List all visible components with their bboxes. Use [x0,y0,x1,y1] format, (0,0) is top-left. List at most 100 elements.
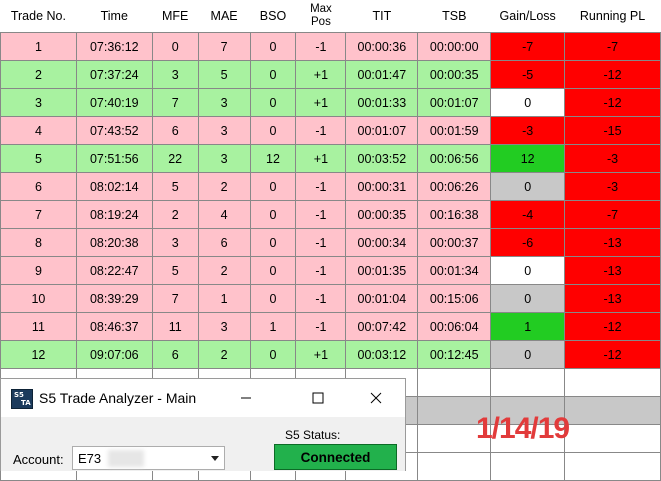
mfe-cell[interactable]: 7 [151,284,199,313]
col-header-running-pl[interactable]: Running PL [564,0,661,33]
running-pl-cell[interactable]: -12 [564,312,661,341]
max-pos-cell[interactable]: +1 [295,144,347,173]
col-header-gain-loss[interactable]: Gain/Loss [490,0,565,33]
tit-cell[interactable]: 00:01:07 [345,116,419,145]
bso-cell[interactable]: 0 [249,284,297,313]
table-row[interactable]: 6 08:02:14 5 2 0 -1 00:00:31 00:06:26 0 -3 [0,172,661,201]
max-pos-cell[interactable]: +1 [295,88,347,117]
running-pl-cell[interactable]: -13 [564,284,661,313]
mfe-cell[interactable]: 3 [151,60,199,89]
mfe-cell[interactable]: 7 [151,88,199,117]
max-pos-cell[interactable]: -1 [295,228,347,257]
gain-loss-cell[interactable]: -5 [490,60,566,89]
running-pl-cell[interactable]: -3 [564,144,661,173]
time-cell[interactable]: 08:02:14 [75,172,153,201]
max-pos-cell[interactable]: -1 [295,32,347,61]
running-pl-cell[interactable]: -12 [564,340,661,369]
mfe-cell[interactable]: 5 [151,256,199,285]
trade-no-cell[interactable]: 10 [0,284,77,313]
col-header-trade-no[interactable]: Trade No. [0,0,77,33]
tsb-cell[interactable]: 00:00:37 [417,228,492,257]
running-pl-cell[interactable]: -3 [564,172,661,201]
mfe-cell[interactable]: 6 [151,116,199,145]
bso-cell[interactable]: 0 [249,32,297,61]
tit-cell[interactable]: 00:07:42 [345,312,419,341]
mae-cell[interactable]: 2 [197,256,251,285]
col-header-tit[interactable]: TIT [345,0,418,33]
tit-cell[interactable]: 00:01:47 [345,60,419,89]
mae-cell[interactable]: 6 [197,228,251,257]
col-header-time[interactable]: Time [76,0,153,33]
col-header-mae[interactable]: MAE [198,0,251,33]
tit-cell[interactable]: 00:01:04 [345,284,419,313]
time-cell[interactable]: 07:51:56 [75,144,153,173]
mfe-cell[interactable]: 3 [151,228,199,257]
table-row[interactable]: 12 09:07:06 6 2 0 +1 00:03:12 00:12:45 0 -12 [0,340,661,369]
mae-cell[interactable]: 1 [197,284,251,313]
trade-no-cell[interactable]: 2 [0,60,77,89]
trade-no-cell[interactable]: 6 [0,172,77,201]
trade-no-cell[interactable]: 12 [0,340,77,369]
mfe-cell[interactable]: 0 [151,32,199,61]
max-pos-cell[interactable]: -1 [295,284,347,313]
minimize-button[interactable] [223,379,269,417]
tit-cell[interactable]: 00:00:34 [345,228,419,257]
mae-cell[interactable]: 5 [197,60,251,89]
mae-cell[interactable]: 2 [197,340,251,369]
max-pos-cell[interactable]: -1 [295,172,347,201]
mfe-cell[interactable]: 22 [151,144,199,173]
time-cell[interactable]: 07:36:12 [75,32,153,61]
table-row[interactable]: 1 07:36:12 0 7 0 -1 00:00:36 00:00:00 -7 -7 [0,32,661,61]
mfe-cell[interactable]: 6 [151,340,199,369]
col-header-max-pos[interactable]: Max Pos [295,0,346,33]
col-header-mfe[interactable]: MFE [152,0,199,33]
running-pl-cell[interactable]: -12 [564,88,661,117]
time-cell[interactable]: 08:46:37 [75,312,153,341]
tsb-cell[interactable]: 00:12:45 [417,340,492,369]
gain-loss-cell[interactable]: 0 [490,172,566,201]
trade-no-cell[interactable]: 9 [0,256,77,285]
mfe-cell[interactable]: 11 [151,312,199,341]
bso-cell[interactable]: 1 [249,312,297,341]
table-row[interactable]: 4 07:43:52 6 3 0 -1 00:01:07 00:01:59 -3 -15 [0,116,661,145]
mfe-cell[interactable]: 5 [151,172,199,201]
max-pos-cell[interactable]: -1 [295,116,347,145]
bso-cell[interactable]: 0 [249,172,297,201]
max-pos-cell[interactable]: -1 [295,312,347,341]
tsb-cell[interactable]: 00:01:34 [417,256,492,285]
tsb-cell[interactable]: 00:06:26 [417,172,492,201]
tit-cell[interactable]: 00:03:12 [345,340,419,369]
gain-loss-cell[interactable]: 1 [490,312,566,341]
bso-cell[interactable]: 0 [249,116,297,145]
table-row[interactable]: 2 07:37:24 3 5 0 +1 00:01:47 00:00:35 -5 -12 [0,60,661,89]
tsb-cell[interactable]: 00:15:06 [417,284,492,313]
bso-cell[interactable]: 0 [249,88,297,117]
tsb-cell[interactable]: 00:01:59 [417,116,492,145]
tit-cell[interactable]: 00:00:35 [345,200,419,229]
gain-loss-cell[interactable]: 0 [490,88,566,117]
tit-cell[interactable]: 00:00:36 [345,32,419,61]
gain-loss-cell[interactable]: 0 [490,340,566,369]
mae-cell[interactable]: 4 [197,200,251,229]
mae-cell[interactable]: 7 [197,32,251,61]
gain-loss-cell[interactable]: 0 [490,284,566,313]
trade-no-cell[interactable]: 1 [0,32,77,61]
mae-cell[interactable]: 3 [197,144,251,173]
gain-loss-cell[interactable]: -4 [490,200,566,229]
tsb-cell[interactable]: 00:06:04 [417,312,492,341]
time-cell[interactable]: 08:20:38 [75,228,153,257]
table-row[interactable]: 10 08:39:29 7 1 0 -1 00:01:04 00:15:06 0 -13 [0,284,661,313]
gain-loss-cell[interactable]: 12 [490,144,566,173]
bso-cell[interactable]: 0 [249,228,297,257]
mfe-cell[interactable]: 2 [151,200,199,229]
gain-loss-cell[interactable]: -6 [490,228,566,257]
trade-no-cell[interactable]: 4 [0,116,77,145]
running-pl-cell[interactable]: -13 [564,228,661,257]
trade-no-cell[interactable]: 7 [0,200,77,229]
account-dropdown[interactable]: E73 [72,446,225,470]
running-pl-cell[interactable]: -7 [564,200,661,229]
table-row[interactable]: 11 08:46:37 11 3 1 -1 00:07:42 00:06:04 1 -12 [0,312,661,341]
time-cell[interactable]: 09:07:06 [75,340,153,369]
table-row[interactable]: 7 08:19:24 2 4 0 -1 00:00:35 00:16:38 -4 -7 [0,200,661,229]
col-header-tsb[interactable]: TSB [417,0,491,33]
